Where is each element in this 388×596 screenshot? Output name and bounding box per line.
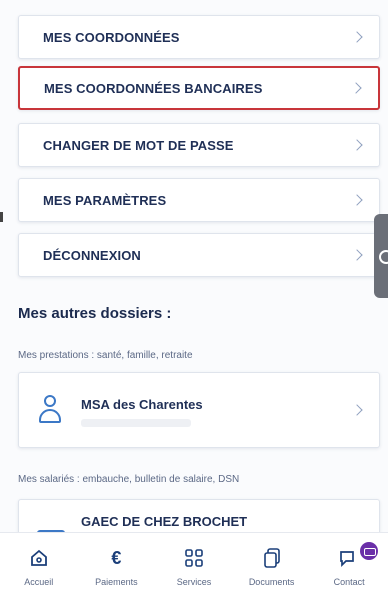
nav-label: Documents <box>248 577 295 587</box>
benefits-caption: Mes prestations : santé, famille, retrai… <box>18 350 193 361</box>
chevron-right-icon <box>351 404 363 416</box>
other-folders-title: Mes autres dossiers : <box>18 305 172 322</box>
chevron-right-icon <box>351 31 363 43</box>
settings-scroll-area[interactable]: MES COORDONNÉES MES COORDONNÉES BANCAIRE… <box>0 0 388 532</box>
nav-label: Paiements <box>95 577 138 587</box>
menu-item-label: MES COORDONNÉES BANCAIRES <box>44 80 263 96</box>
nav-services[interactable]: Services <box>159 533 229 587</box>
logout-item[interactable]: DÉCONNEXION <box>18 233 380 277</box>
nav-paiements[interactable]: € Paiements <box>81 533 151 588</box>
nav-label: Contact <box>333 577 365 587</box>
my-contact-details-item[interactable]: MES COORDONNÉES <box>18 15 380 59</box>
menu-item-label: MES PARAMÈTRES <box>43 192 167 208</box>
nav-label: Accueil <box>24 577 54 587</box>
chevron-right-icon <box>350 82 362 94</box>
folder-name: GAEC DE CHEZ BROCHET <box>81 514 248 529</box>
home-icon <box>29 547 49 569</box>
bottom-navigation: Accueil € Paiements Services Documents C… <box>0 532 388 596</box>
employees-caption: Mes salariés : embauche, bulletin de sal… <box>18 474 240 485</box>
my-settings-item[interactable]: MES PARAMÈTRES <box>18 178 380 222</box>
chat-notification-icon[interactable] <box>360 542 378 560</box>
chat-icon <box>338 547 360 569</box>
chevron-right-icon <box>351 194 363 206</box>
user-icon <box>37 395 63 425</box>
nav-label: Services <box>176 577 212 587</box>
menu-item-label: CHANGER DE MOT DE PASSE <box>43 137 234 153</box>
nav-contact[interactable]: Contact <box>314 533 384 587</box>
my-bank-details-item[interactable]: MES COORDONNÉES BANCAIRES <box>18 66 380 110</box>
accessibility-side-tab[interactable] <box>374 214 388 298</box>
grid-icon <box>185 547 203 569</box>
euro-icon: € <box>111 547 122 568</box>
document-icon <box>263 547 281 569</box>
folder-card-gaec[interactable]: GAEC DE CHEZ BROCHET <box>18 499 380 532</box>
chevron-right-icon <box>351 249 363 261</box>
menu-item-label: MES COORDONNÉES <box>43 29 180 45</box>
nav-documents[interactable]: Documents <box>237 533 307 587</box>
chevron-right-icon <box>351 139 363 151</box>
nav-accueil[interactable]: Accueil <box>4 533 74 587</box>
folder-card-msa[interactable]: MSA des Charentes <box>18 372 380 448</box>
folder-name: MSA des Charentes <box>81 397 203 412</box>
change-password-item[interactable]: CHANGER DE MOT DE PASSE <box>18 123 380 167</box>
folder-detail-redacted <box>81 419 191 427</box>
edge-marker <box>0 212 3 222</box>
menu-item-label: DÉCONNEXION <box>43 247 141 263</box>
